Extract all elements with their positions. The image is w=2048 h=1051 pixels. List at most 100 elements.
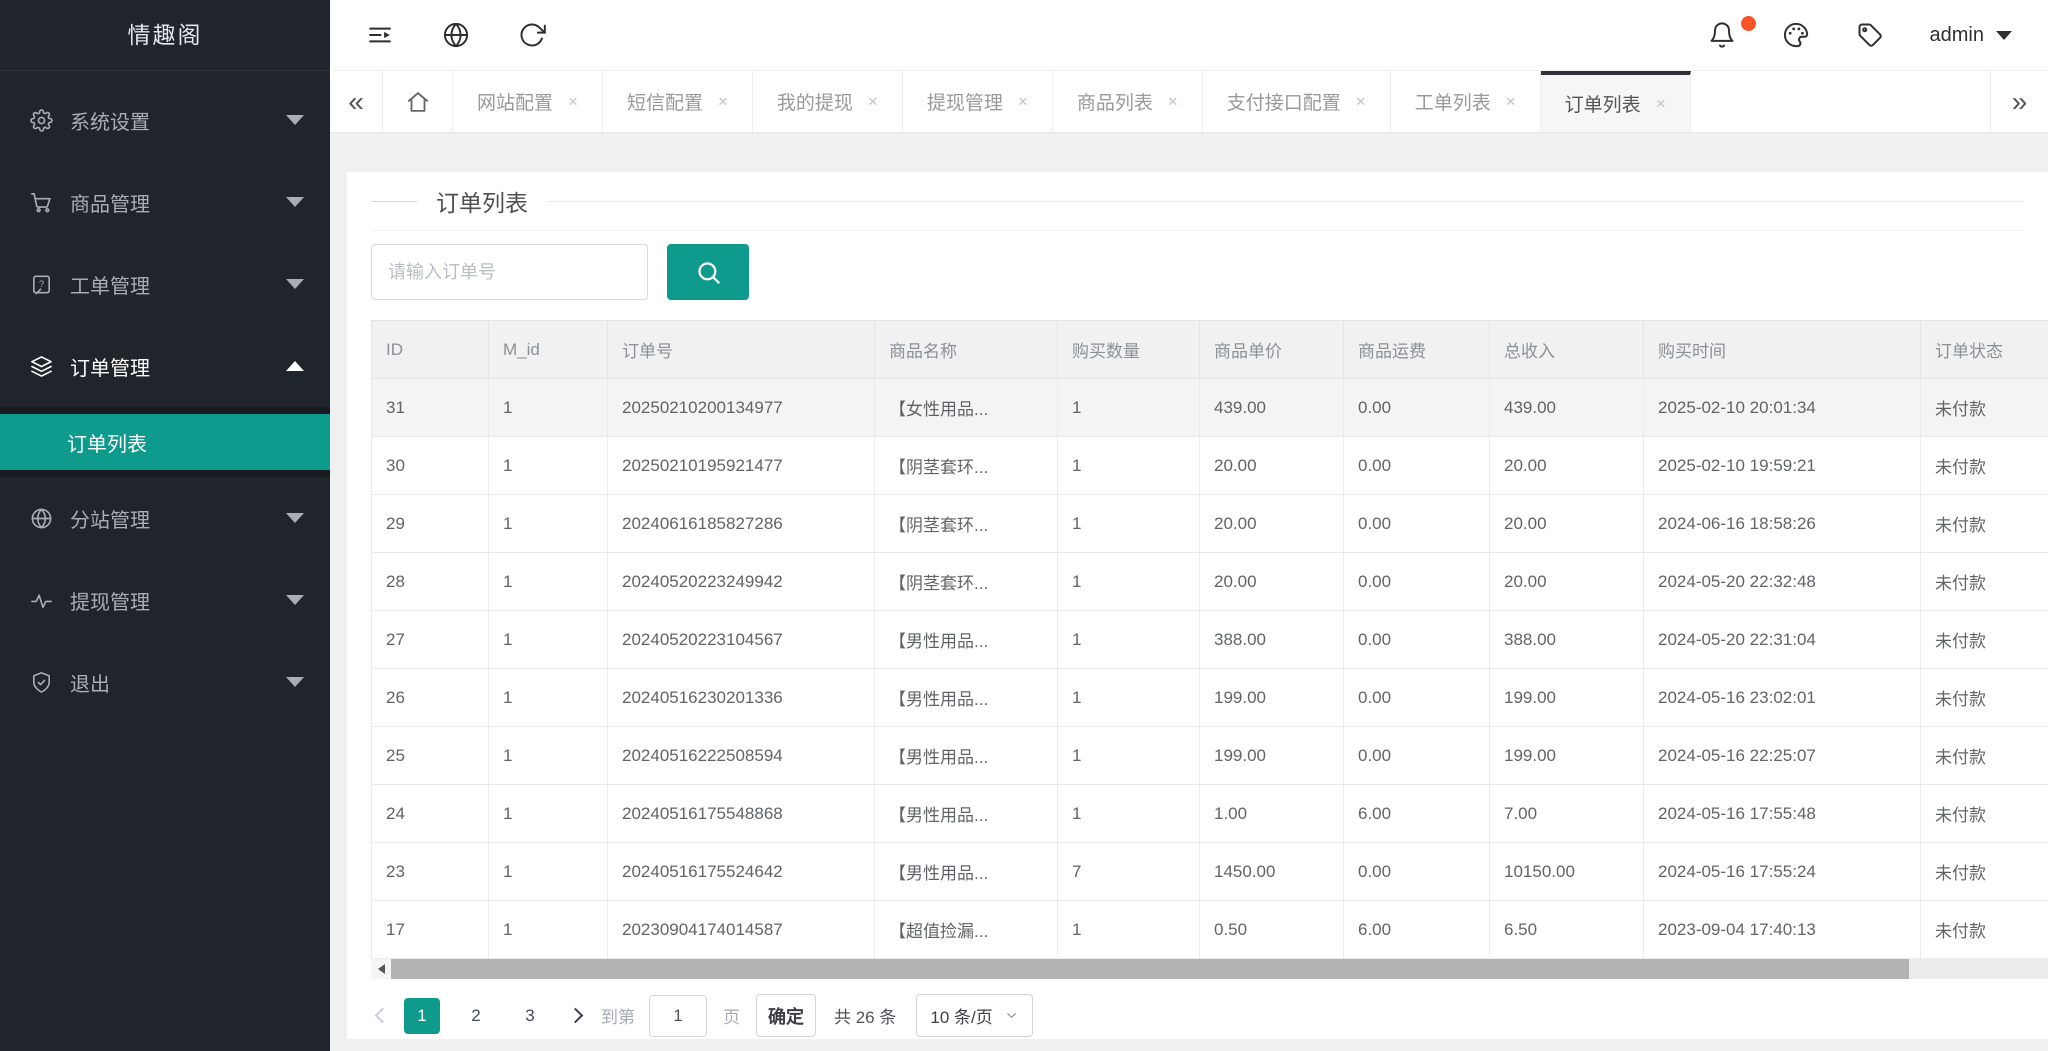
cell-order_no: 20240516175548868 xyxy=(608,785,875,843)
tabs-scroll-right-button[interactable]: » xyxy=(1990,71,2048,132)
tab-label: 我的提现 xyxy=(777,88,853,115)
tab-商品列表[interactable]: 商品列表× xyxy=(1053,71,1203,132)
table-row[interactable]: 26120240516230201336【男性用品...1199.000.001… xyxy=(372,669,2048,727)
sidebar-collapse-icon[interactable] xyxy=(366,21,394,49)
table-row[interactable]: 31120250210200134977【女性用品...1439.000.004… xyxy=(372,379,2048,437)
close-icon[interactable]: × xyxy=(1356,92,1366,112)
tab-我的提现[interactable]: 我的提现 × xyxy=(753,71,903,132)
prev-page-button[interactable] xyxy=(377,1006,388,1026)
tab-工单列表[interactable]: 工单列表× xyxy=(1391,71,1541,132)
cell-price: 20.00 xyxy=(1200,553,1344,611)
language-globe-icon[interactable] xyxy=(442,21,470,49)
sidebar-item-globe[interactable]: 分站管理 xyxy=(0,477,330,559)
cell-m_id: 1 xyxy=(489,611,608,669)
tab-提现管理[interactable]: 提现管理 × xyxy=(903,71,1053,132)
table-row[interactable]: 28120240520223249942【阴茎套环...120.000.0020… xyxy=(372,553,2048,611)
scrollbar-thumb[interactable] xyxy=(391,959,1909,979)
page-number-3[interactable]: 3 xyxy=(512,998,548,1034)
tab-网站配置[interactable]: 网站配置× xyxy=(453,71,603,132)
cell-qty: 7 xyxy=(1058,843,1200,901)
close-icon[interactable]: × xyxy=(1168,92,1178,112)
table-body: 31120250210200134977【女性用品...1439.000.004… xyxy=(372,379,2048,959)
cell-product: 【女性用品... xyxy=(875,379,1058,437)
home-icon xyxy=(405,89,431,115)
col-shipping: 商品运费 xyxy=(1344,321,1490,379)
cell-status: 未付款 xyxy=(1921,843,2048,901)
cell-price: 199.00 xyxy=(1200,727,1344,785)
refresh-icon[interactable] xyxy=(518,21,546,49)
sidebar-subitem-order-list[interactable]: 订单列表 xyxy=(0,414,330,470)
cell-qty: 1 xyxy=(1058,727,1200,785)
goto-page-input[interactable] xyxy=(649,995,707,1037)
home-tab[interactable] xyxy=(383,71,453,132)
user-menu[interactable]: admin xyxy=(1930,24,2012,47)
search-icon xyxy=(695,259,722,286)
sidebar-item-ticket[interactable]: ?工单管理 xyxy=(0,243,330,325)
page-number-2[interactable]: 2 xyxy=(458,998,494,1034)
tab-label: 提现管理 xyxy=(927,88,1003,115)
cell-time: 2024-06-16 18:58:26 xyxy=(1644,495,1921,553)
next-page-button[interactable] xyxy=(570,1006,581,1026)
sidebar-menu: 系统设置商品管理?工单管理订单管理订单列表分站管理提现管理退出 xyxy=(0,71,330,723)
page-size-select[interactable]: 10 条/页 xyxy=(916,994,1032,1037)
cell-time: 2025-02-10 19:59:21 xyxy=(1644,437,1921,495)
tab-短信配置[interactable]: 短信配置 × xyxy=(603,71,753,132)
table-row[interactable]: 30120250210195921477【阴茎套环...120.000.0020… xyxy=(372,437,2048,495)
sidebar-item-shield[interactable]: 退出 xyxy=(0,641,330,723)
cell-total: 10150.00 xyxy=(1490,843,1644,901)
table-row[interactable]: 24120240516175548868【男性用品...11.006.007.0… xyxy=(372,785,2048,843)
close-icon[interactable]: × xyxy=(1018,92,1028,112)
tab-支付接口配置[interactable]: 支付接口配置 × xyxy=(1203,71,1391,132)
sidebar-item-label: 系统设置 xyxy=(70,106,286,135)
order-list-panel: 订单列表 IDM_id订单号商品名称购买数量商品单价商品运费总收入购买时间订单状… xyxy=(347,172,2048,1039)
horizontal-scrollbar[interactable] xyxy=(371,959,2048,979)
table-row[interactable]: 27120240520223104567【男性用品...1388.000.003… xyxy=(372,611,2048,669)
cell-id: 17 xyxy=(372,901,489,959)
close-icon[interactable]: × xyxy=(868,92,878,112)
page-number-1[interactable]: 1 xyxy=(404,998,440,1034)
cell-status: 未付款 xyxy=(1921,553,2048,611)
tab-label: 短信配置 xyxy=(627,88,703,115)
table-row[interactable]: 17120230904174014587【超值捡漏...10.506.006.5… xyxy=(372,901,2048,959)
cell-id: 29 xyxy=(372,495,489,553)
theme-palette-icon[interactable] xyxy=(1782,21,1810,49)
cell-total: 199.00 xyxy=(1490,727,1644,785)
cell-product: 【阴茎套环... xyxy=(875,437,1058,495)
confirm-button[interactable]: 确定 xyxy=(756,994,816,1037)
sidebar-item-label: 工单管理 xyxy=(70,270,286,299)
cell-price: 1.00 xyxy=(1200,785,1344,843)
cell-total: 388.00 xyxy=(1490,611,1644,669)
table-row[interactable]: 29120240616185827286【阴茎套环...120.000.0020… xyxy=(372,495,2048,553)
sidebar-item-layers[interactable]: 订单管理 xyxy=(0,325,330,407)
cell-status: 未付款 xyxy=(1921,495,2048,553)
cell-m_id: 1 xyxy=(489,843,608,901)
col-time: 购买时间 xyxy=(1644,321,1921,379)
cell-shipping: 0.00 xyxy=(1344,495,1490,553)
order-table-wrap: IDM_id订单号商品名称购买数量商品单价商品运费总收入购买时间订单状态 311… xyxy=(371,320,2048,959)
sidebar-item-cart[interactable]: 商品管理 xyxy=(0,161,330,243)
table-row[interactable]: 25120240516222508594【男性用品...1199.000.001… xyxy=(372,727,2048,785)
chevron-down-icon xyxy=(1996,31,2012,40)
cell-qty: 1 xyxy=(1058,437,1200,495)
table-row[interactable]: 23120240516175524642【男性用品...71450.000.00… xyxy=(372,843,2048,901)
cell-order_no: 20230904174014587 xyxy=(608,901,875,959)
tag-icon[interactable] xyxy=(1856,21,1884,49)
cell-qty: 1 xyxy=(1058,785,1200,843)
layers-icon xyxy=(30,355,53,378)
notification-bell-icon[interactable] xyxy=(1708,21,1736,49)
close-icon[interactable]: × xyxy=(1656,94,1666,114)
cell-price: 20.00 xyxy=(1200,437,1344,495)
caret-down-icon xyxy=(286,677,304,687)
sidebar-item-pulse[interactable]: 提现管理 xyxy=(0,559,330,641)
close-icon[interactable]: × xyxy=(1506,92,1516,112)
tab-label: 支付接口配置 xyxy=(1227,88,1341,115)
tab-订单列表[interactable]: 订单列表× xyxy=(1541,71,1691,132)
cell-order_no: 20240516230201336 xyxy=(608,669,875,727)
close-icon[interactable]: × xyxy=(718,92,728,112)
search-button[interactable] xyxy=(667,244,749,300)
scroll-left-button[interactable] xyxy=(371,959,391,979)
tabs-scroll-left-button[interactable]: « xyxy=(330,71,383,132)
order-number-search-input[interactable] xyxy=(371,244,648,300)
sidebar-item-gear[interactable]: 系统设置 xyxy=(0,79,330,161)
close-icon[interactable]: × xyxy=(568,92,578,112)
